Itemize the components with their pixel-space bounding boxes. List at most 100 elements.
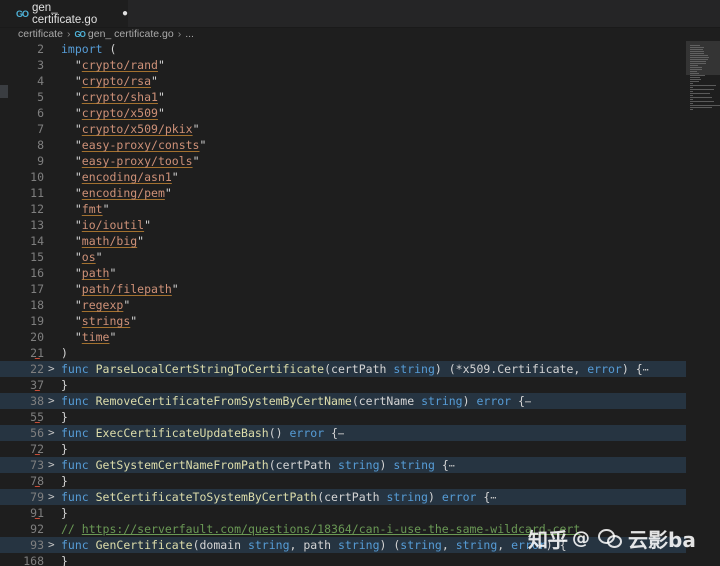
code-line[interactable]: 12 "fmt" bbox=[0, 201, 686, 217]
code-line[interactable]: 8 "easy-proxy/consts" bbox=[0, 137, 686, 153]
code-line[interactable]: 20 "time" bbox=[0, 329, 686, 345]
modified-dot-icon[interactable]: ● bbox=[122, 8, 128, 19]
code-text: " bbox=[157, 90, 165, 104]
folded-ellipsis[interactable]: ⋯ bbox=[490, 493, 496, 504]
import-path: easy-proxy/tools bbox=[81, 154, 193, 168]
code-line[interactable]: 13 "io/ioutil" bbox=[0, 217, 686, 233]
fold-chevron-icon[interactable]: > bbox=[48, 489, 58, 505]
code-content: "encoding/pem" bbox=[61, 185, 172, 201]
function-name: ParseLocalCertStringToCertificate bbox=[95, 362, 325, 376]
wechat-icon bbox=[598, 527, 624, 549]
code-text: } bbox=[61, 554, 68, 566]
code-text: } bbox=[61, 506, 68, 520]
code-text: " bbox=[109, 330, 117, 344]
code-content: } bbox=[61, 377, 68, 393]
code-line[interactable]: 15 "os" bbox=[0, 249, 686, 265]
code-text: " bbox=[61, 282, 82, 296]
code-text: } bbox=[61, 378, 68, 392]
line-number: 13 bbox=[30, 218, 44, 232]
code-line[interactable]: 55} bbox=[0, 409, 686, 425]
code-line[interactable]: 16 "path" bbox=[0, 265, 686, 281]
line-number: 20 bbox=[30, 330, 44, 344]
folded-ellipsis[interactable]: ⋯ bbox=[643, 365, 649, 376]
code-text: (certPath bbox=[324, 362, 394, 376]
go-file-icon: GO bbox=[74, 29, 85, 39]
code-line[interactable]: 21) bbox=[0, 345, 686, 361]
line-number: 19 bbox=[30, 314, 44, 328]
code-text: ) bbox=[462, 394, 477, 408]
code-line[interactable]: 9 "easy-proxy/tools" bbox=[0, 153, 686, 169]
code-line[interactable]: 10 "encoding/asn1" bbox=[0, 169, 686, 185]
line-number: 6 bbox=[37, 106, 44, 120]
code-line[interactable]: 78} bbox=[0, 473, 686, 489]
code-line[interactable]: 5 "crypto/sha1" bbox=[0, 89, 686, 105]
minimap-line bbox=[690, 107, 712, 108]
code-text: ) bbox=[61, 346, 68, 360]
code-editor[interactable]: 2 import (3 "crypto/rand" 4 "crypto/rsa" 5 … bbox=[0, 41, 686, 566]
code-text: { bbox=[324, 426, 338, 440]
minimap[interactable] bbox=[686, 41, 720, 566]
code-text: , bbox=[497, 538, 512, 552]
import-path: math/big bbox=[81, 234, 138, 248]
code-content: "io/ioutil" bbox=[61, 217, 151, 233]
code-line[interactable]: 14 "math/big" bbox=[0, 233, 686, 249]
fold-chevron-icon[interactable]: > bbox=[48, 537, 58, 553]
line-number: 168 bbox=[23, 554, 44, 566]
code-content: import ( bbox=[61, 41, 116, 57]
code-line[interactable]: 6 "crypto/x509" bbox=[0, 105, 686, 121]
folded-ellipsis[interactable]: ⋯ bbox=[449, 461, 455, 472]
fold-chevron-icon[interactable]: > bbox=[48, 457, 58, 473]
breadcrumb-more[interactable]: ... bbox=[185, 28, 194, 40]
code-content: "crypto/rand" bbox=[61, 57, 165, 73]
line-number: 10 bbox=[30, 170, 44, 184]
tab-filename: gen_ certificate.go bbox=[32, 1, 98, 26]
line-number: 18 bbox=[30, 298, 44, 312]
code-line[interactable]: 72} bbox=[0, 441, 686, 457]
code-text: " bbox=[61, 138, 82, 152]
keyword: import bbox=[61, 42, 103, 56]
code-text: " bbox=[151, 74, 158, 88]
code-line[interactable]: 3 "crypto/rand" bbox=[0, 57, 686, 73]
code-line[interactable]: 7 "crypto/x509/pkix" bbox=[0, 121, 686, 137]
code-line[interactable]: 37} bbox=[0, 377, 686, 393]
code-text: " bbox=[102, 202, 110, 216]
breadcrumb-file[interactable]: gen_ certificate.go bbox=[88, 28, 174, 40]
code-line[interactable]: 19 "strings" bbox=[0, 313, 686, 329]
code-line[interactable]: 91} bbox=[0, 505, 686, 521]
code-line[interactable]: 38 > func RemoveCertificateFromSystemByCer… bbox=[0, 390, 686, 409]
minimap-slider[interactable] bbox=[686, 41, 720, 75]
import-path: os bbox=[81, 250, 96, 264]
code-text: " bbox=[61, 122, 82, 136]
code-line[interactable]: 56 > func ExecCertificateUpdateBash() erro… bbox=[0, 422, 686, 441]
code-line[interactable]: 18 "regexp" bbox=[0, 297, 686, 313]
code-line[interactable]: 2 import ( bbox=[0, 41, 686, 57]
code-line[interactable]: 17 "path/filepath" bbox=[0, 281, 686, 297]
code-line[interactable]: 79 > func SetCertificateToSystemByCertPath… bbox=[0, 486, 686, 505]
folded-ellipsis[interactable]: ⋯ bbox=[525, 397, 531, 408]
code-text: () bbox=[268, 426, 290, 440]
breadcrumb-folder[interactable]: certificate bbox=[18, 28, 63, 40]
import-path: path bbox=[81, 266, 110, 280]
minimap-line bbox=[690, 95, 693, 96]
line-number: 4 bbox=[37, 74, 44, 88]
keyword: func bbox=[61, 362, 96, 376]
code-line[interactable]: 73 > func GetSystemCertNameFromPath(certPa… bbox=[0, 454, 686, 473]
code-line[interactable]: 4 "crypto/rsa" bbox=[0, 73, 686, 89]
code-text: { bbox=[476, 490, 491, 504]
type-name: string bbox=[386, 490, 428, 504]
code-line[interactable]: 22 > func ParseLocalCertStringToCertificat… bbox=[0, 358, 686, 377]
folded-ellipsis[interactable]: ⋯ bbox=[338, 429, 344, 440]
code-line[interactable]: 11 "encoding/pem" bbox=[0, 185, 686, 201]
tab-gen-certificate[interactable]: GO gen_ certificate.go ● bbox=[0, 0, 128, 27]
fold-chevron-icon[interactable]: > bbox=[48, 393, 58, 409]
import-path: regexp bbox=[81, 298, 124, 312]
fold-chevron-icon[interactable]: > bbox=[48, 425, 58, 441]
comment-link[interactable]: https://serverfault.com/questions/18364/… bbox=[82, 522, 581, 536]
code-content: "encoding/asn1" bbox=[61, 169, 179, 185]
fold-chevron-icon[interactable]: > bbox=[48, 361, 58, 377]
code-content: } bbox=[61, 553, 68, 566]
code-text: " bbox=[137, 234, 145, 248]
minimap-line bbox=[690, 89, 714, 90]
code-text: " bbox=[61, 90, 82, 104]
code-text: " bbox=[61, 106, 82, 120]
